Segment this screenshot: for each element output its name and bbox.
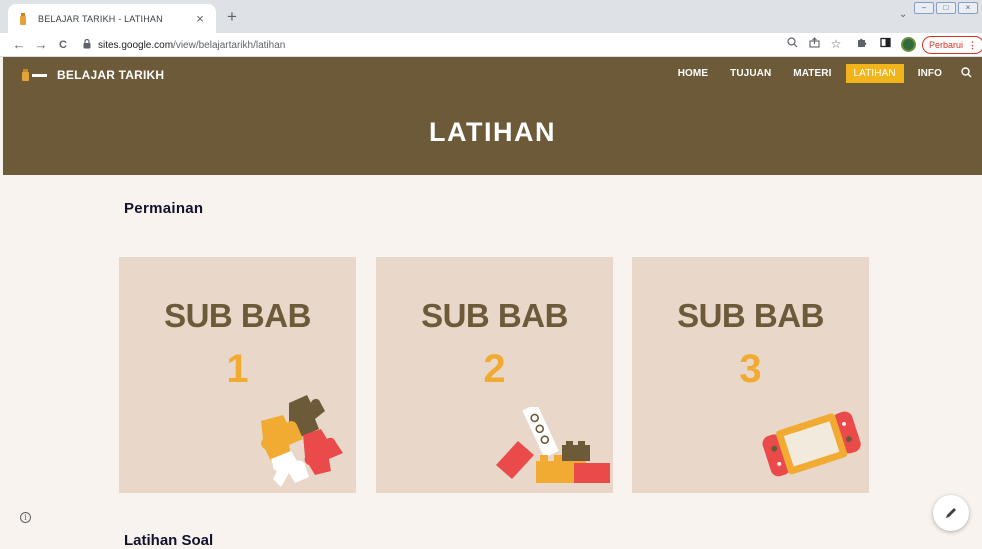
- site-search-icon[interactable]: [958, 66, 974, 81]
- tab-title: BELAJAR TARIKH - LATIHAN: [38, 13, 163, 24]
- window-controls: – □ ×: [914, 2, 978, 14]
- maximize-icon[interactable]: □: [936, 2, 956, 14]
- pencil-icon: [946, 508, 956, 518]
- section-title: Permainan: [124, 200, 204, 217]
- site-favicon-icon: [16, 12, 30, 26]
- brand[interactable]: BELAJAR TARIKH: [21, 68, 164, 82]
- brand-name: BELAJAR TARIKH: [57, 68, 165, 82]
- site-header: BELAJAR TARIKH HOME TUJUAN MATERI LATIHA…: [3, 57, 982, 175]
- url-text[interactable]: sites.google.com/view/belajartarikh/lati…: [98, 40, 285, 51]
- card-heading: SUB BAB: [164, 297, 311, 334]
- tab-search-icon[interactable]: ⌄: [899, 9, 907, 20]
- lock-icon[interactable]: [80, 38, 94, 51]
- browser-tab[interactable]: BELAJAR TARIKH - LATIHAN ×: [8, 4, 216, 33]
- nav-item-home[interactable]: HOME: [670, 64, 716, 83]
- extensions-icon[interactable]: [853, 37, 869, 51]
- edit-button[interactable]: [933, 495, 969, 531]
- sub-bab-card-2[interactable]: SUB BAB 2: [376, 257, 613, 493]
- game-console-icon: [762, 411, 861, 477]
- nav-item-tujuan[interactable]: TUJUAN: [722, 64, 779, 83]
- nav-item-info[interactable]: INFO: [910, 64, 950, 83]
- side-panel-icon[interactable]: [877, 37, 893, 51]
- brand-logo-icon: [22, 69, 47, 81]
- update-button[interactable]: Perbarui ⋮: [922, 36, 982, 54]
- page-title: LATIHAN: [429, 117, 556, 147]
- card-number: 2: [483, 347, 506, 391]
- info-icon[interactable]: i: [20, 512, 31, 523]
- sub-bab-card-1[interactable]: SUB BAB 1: [119, 257, 356, 493]
- reload-button[interactable]: C: [52, 39, 74, 51]
- nav-item-materi[interactable]: MATERI: [785, 64, 839, 83]
- share-icon[interactable]: [806, 37, 822, 51]
- new-tab-button[interactable]: +: [222, 7, 242, 27]
- site-nav: HOME TUJUAN MATERI LATIHAN INFO: [664, 64, 974, 83]
- puzzle-icon: [261, 395, 343, 487]
- card-heading: SUB BAB: [421, 297, 568, 334]
- zoom-icon[interactable]: [784, 37, 800, 51]
- browser-tab-strip: BELAJAR TARIKH - LATIHAN × + ⌄ – □ ×: [0, 0, 982, 33]
- forward-button[interactable]: →: [30, 37, 52, 52]
- next-section-title: Latihan Soal: [124, 532, 214, 549]
- browser-toolbar: ← → C sites.google.com/view/belajartarik…: [0, 33, 982, 57]
- bookmark-star-icon[interactable]: ☆: [828, 37, 844, 51]
- card-number: 3: [739, 347, 762, 391]
- profile-avatar[interactable]: [901, 37, 916, 52]
- menu-dots-icon: ⋮: [968, 40, 978, 50]
- building-blocks-icon: [496, 407, 610, 483]
- card-heading: SUB BAB: [677, 297, 824, 334]
- tab-close-icon[interactable]: ×: [192, 11, 208, 26]
- back-button[interactable]: ←: [8, 37, 30, 52]
- sub-bab-card-3[interactable]: SUB BAB 3: [632, 257, 869, 493]
- update-label: Perbarui: [929, 40, 964, 50]
- minimize-icon[interactable]: –: [914, 2, 934, 14]
- close-window-icon[interactable]: ×: [958, 2, 978, 14]
- nav-item-latihan[interactable]: LATIHAN: [845, 64, 904, 83]
